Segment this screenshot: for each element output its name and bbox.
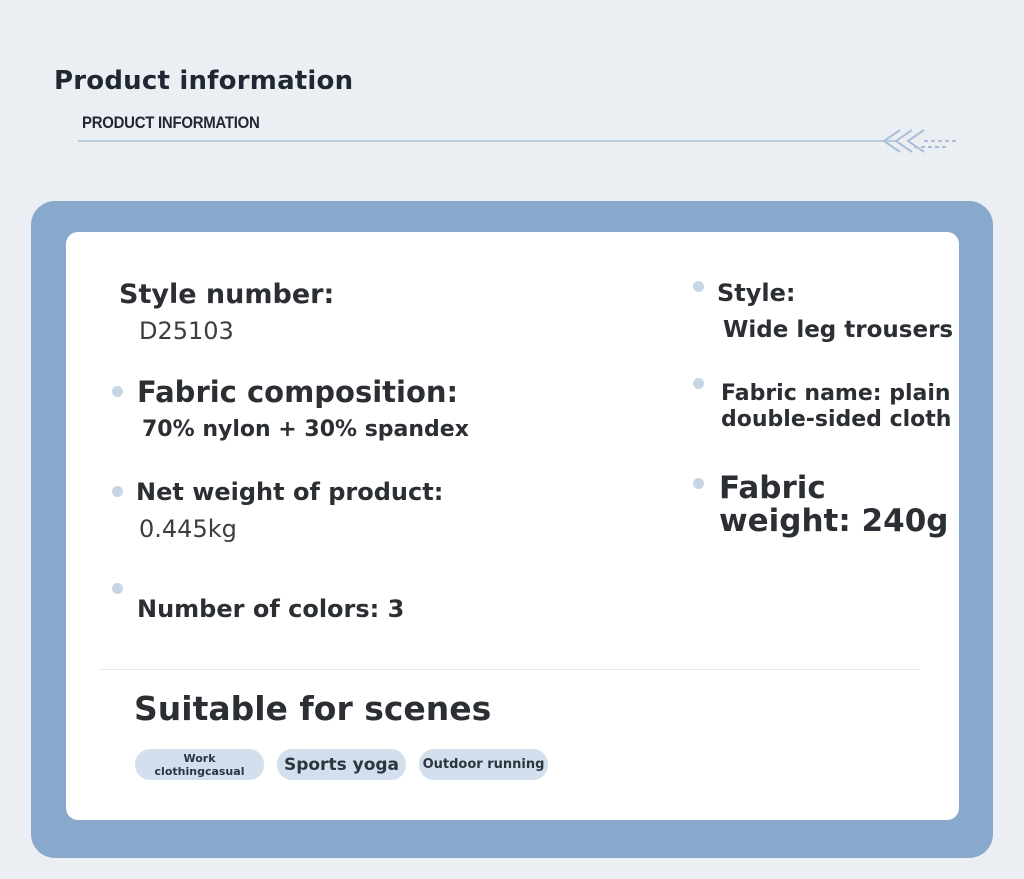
scene-tag-outdoor-running[interactable]: Outdoor running [419,749,548,780]
net-weight-label: Net weight of product: [136,478,444,506]
header-divider [78,129,958,153]
net-weight-value: 0.445kg [139,515,237,543]
scene-tag-work-casual[interactable]: Work clothingcasual [135,749,264,780]
page-title: Product information [54,66,354,96]
fabric-name-line2: double-sided cloth [721,407,952,432]
bullet-dot-icon [693,478,704,489]
number-of-colors-label: Number of colors: 3 [137,595,405,623]
scene-tag-line1: Work [183,751,216,765]
scene-tag-sports-yoga[interactable]: Sports yoga [277,749,406,780]
bullet-dot-icon [693,281,704,292]
fabric-weight-line2: weight: 240g [719,503,949,539]
scene-tag-label: Sports yoga [283,754,400,775]
style-label: Style: [717,279,796,307]
fabric-composition-label: Fabric composition: [137,375,459,409]
style-number-value: D25103 [139,317,234,345]
fabric-weight-line1: Fabric [719,470,826,506]
bullet-dot-icon [112,386,123,397]
scene-tag-label: Outdoor running [422,757,545,772]
style-value: Wide leg trousers [723,317,954,343]
bullet-dot-icon [112,486,123,497]
triple-chevron-left-icon [882,129,958,153]
section-divider [98,669,920,670]
bullet-dot-icon [112,583,123,594]
fabric-composition-value: 70% nylon + 30% spandex [142,417,469,442]
bullet-dot-icon [693,378,704,389]
scenes-title: Suitable for scenes [134,689,492,728]
fabric-name-line1: Fabric name: plain [721,381,951,406]
style-number-label: Style number: [119,279,335,310]
scene-tag-line2: clothingcasual [154,764,245,778]
